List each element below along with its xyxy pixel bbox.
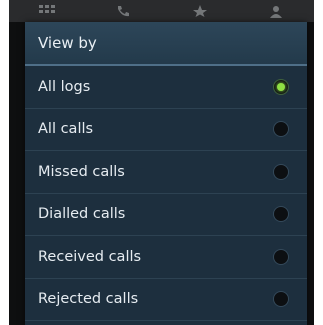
option-rejected-calls[interactable]: Rejected calls [25, 279, 307, 321]
radio-button[interactable] [273, 121, 289, 138]
phone-screen: View by All logs All calls Missed calls … [9, 0, 314, 325]
option-dialled-calls[interactable]: Dialled calls [25, 194, 307, 236]
radio-button[interactable] [273, 206, 289, 223]
option-all-logs[interactable]: All logs [25, 66, 307, 109]
dialog-title: View by [38, 34, 97, 52]
contacts-icon[interactable] [264, 2, 288, 20]
option-received-calls[interactable]: Received calls [25, 236, 307, 279]
keypad-icon[interactable] [35, 2, 59, 20]
dialog-header: View by [25, 22, 307, 66]
option-label: Received calls [38, 248, 142, 265]
option-label: All logs [38, 78, 91, 95]
option-label: Dialled calls [38, 206, 126, 223]
option-all-calls[interactable]: All calls [25, 109, 307, 151]
radio-button-selected[interactable] [273, 78, 289, 95]
option-label: Missed calls [38, 163, 125, 180]
option-label: All calls [38, 121, 94, 138]
radio-button[interactable] [273, 163, 289, 180]
option-label: Rejected calls [38, 291, 139, 308]
phone-icon[interactable] [111, 2, 135, 20]
radio-button[interactable] [273, 291, 289, 308]
radio-button[interactable] [273, 248, 289, 265]
option-missed-calls[interactable]: Missed calls [25, 151, 307, 194]
star-icon[interactable] [188, 2, 212, 20]
tab-bar [9, 0, 314, 22]
view-by-dialog: View by All logs All calls Missed calls … [25, 22, 307, 325]
